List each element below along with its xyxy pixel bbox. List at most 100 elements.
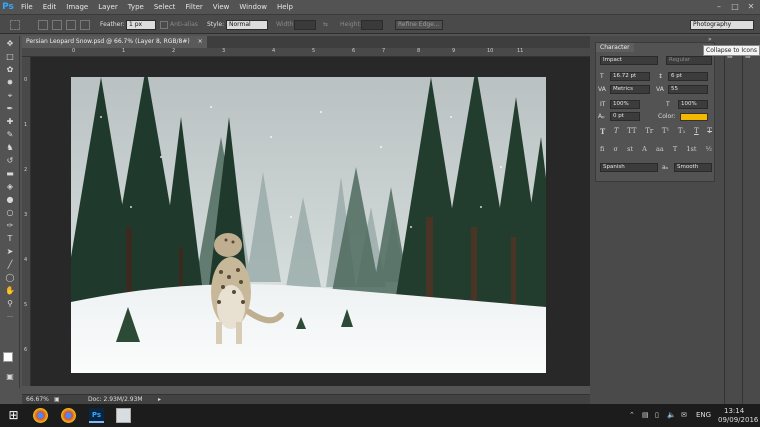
underline-button[interactable]: T xyxy=(694,127,699,136)
workspace-select[interactable]: Photography xyxy=(690,20,754,30)
width-input[interactable] xyxy=(294,20,316,30)
menu-image[interactable]: Image xyxy=(61,0,93,14)
height-input[interactable] xyxy=(361,20,383,30)
discretionary-ligatures-button[interactable]: st xyxy=(627,145,633,153)
maximize-icon[interactable]: □ xyxy=(728,1,742,12)
brush-tool-icon[interactable]: ✎ xyxy=(4,129,16,140)
kerning-select[interactable]: Metrics xyxy=(610,85,650,94)
hand-tool-icon[interactable]: ✋ xyxy=(4,285,16,296)
intersect-selection-icon[interactable] xyxy=(80,20,90,30)
status-menu-arrow-icon[interactable]: ▸ xyxy=(158,396,161,403)
network-icon[interactable]: ▤ xyxy=(642,410,649,420)
vertical-scale-input[interactable]: 100% xyxy=(610,100,640,109)
language-indicator[interactable]: ENG xyxy=(696,410,711,420)
dodge-tool-icon[interactable]: ○ xyxy=(4,207,16,218)
superscript-button[interactable]: T¹ xyxy=(662,127,669,136)
ligatures-button[interactable]: fi xyxy=(600,145,604,153)
refine-edge-button[interactable]: Refine Edge... xyxy=(395,20,443,30)
file-explorer-icon[interactable] xyxy=(116,408,131,423)
antialias-checkbox[interactable] xyxy=(160,21,168,29)
menu-file[interactable]: File xyxy=(16,0,38,14)
ordinals-button[interactable]: 1st xyxy=(686,145,696,153)
menu-filter[interactable]: Filter xyxy=(180,0,207,14)
volume-icon[interactable]: 🔈 xyxy=(667,410,676,420)
spot-healing-tool-icon[interactable]: ✚ xyxy=(4,116,16,127)
style-select[interactable]: Normal xyxy=(226,20,268,30)
path-select-tool-icon[interactable]: ➤ xyxy=(4,246,16,257)
text-color-swatch[interactable] xyxy=(680,113,708,121)
close-tab-icon[interactable]: × xyxy=(198,38,203,45)
subtract-selection-icon[interactable] xyxy=(66,20,76,30)
leading-input[interactable]: 6 pt xyxy=(668,72,708,81)
language-select[interactable]: Spanish xyxy=(600,163,658,172)
tracking-input[interactable]: 55 xyxy=(668,85,708,94)
antialias-method-select[interactable]: Smooth xyxy=(674,163,712,172)
font-style-select[interactable]: Regular xyxy=(666,56,712,65)
titling-alternates-button[interactable]: T xyxy=(673,145,677,153)
marquee-tool-icon[interactable]: □ xyxy=(4,51,16,62)
font-family-select[interactable]: Impact xyxy=(600,56,658,65)
feather-input[interactable]: 1 px xyxy=(126,20,156,30)
menu-help[interactable]: Help xyxy=(272,0,298,14)
line-tool-icon[interactable]: ╱ xyxy=(4,259,16,270)
foreground-color-swatch[interactable] xyxy=(3,352,13,362)
faux-bold-button[interactable]: T xyxy=(600,127,605,136)
faux-italic-button[interactable]: T xyxy=(614,127,619,136)
menu-view[interactable]: View xyxy=(208,0,235,14)
blur-tool-icon[interactable]: ● xyxy=(4,194,16,205)
3d-tool-icon[interactable]: ◯ xyxy=(4,272,16,283)
menu-select[interactable]: Select xyxy=(149,0,181,14)
paint-bucket-tool-icon[interactable]: ◈ xyxy=(4,181,16,192)
subscript-button[interactable]: T₁ xyxy=(678,127,685,136)
character-tab[interactable]: Character xyxy=(596,43,634,52)
menu-layer[interactable]: Layer xyxy=(93,0,123,14)
font-size-input[interactable]: 16.72 pt xyxy=(610,72,650,81)
chevron-up-icon[interactable]: ⌃ xyxy=(629,410,635,420)
menu-type[interactable]: Type xyxy=(123,0,149,14)
menu-bar: Ps File Edit Image Layer Type Select Fil… xyxy=(0,0,760,14)
document-tab[interactable]: Persian Leopard Snow.psd @ 66.7% (Layer … xyxy=(22,36,207,48)
fractions-button[interactable]: ½ xyxy=(706,145,712,153)
history-brush-tool-icon[interactable]: ↺ xyxy=(4,155,16,166)
clock-date[interactable]: 09/09/2016 xyxy=(718,415,758,425)
chrome-icon[interactable] xyxy=(61,408,76,423)
swash-button[interactable]: A xyxy=(642,145,647,153)
zoom-level[interactable]: 66.67% xyxy=(26,396,49,403)
close-icon[interactable]: ✕ xyxy=(744,1,758,12)
baseline-shift-input[interactable]: 0 pt xyxy=(610,112,640,121)
quick-mask-icon[interactable]: ▣ xyxy=(4,371,16,382)
crop-tool-icon[interactable]: ⌖ xyxy=(4,90,16,101)
lasso-tool-icon[interactable]: ✿ xyxy=(4,64,16,75)
message-icon[interactable]: ✉ xyxy=(681,410,687,420)
type-tool-icon[interactable]: T xyxy=(4,233,16,244)
move-tool-icon[interactable]: ✥ xyxy=(4,38,16,49)
minimize-icon[interactable]: – xyxy=(712,1,726,12)
strikethrough-button[interactable]: T xyxy=(707,127,712,136)
eyedropper-tool-icon[interactable]: ✒ xyxy=(4,103,16,114)
document-tab-title: Persian Leopard Snow.psd @ 66.7% (Layer … xyxy=(26,38,190,45)
contextual-alternates-button[interactable]: σ xyxy=(613,145,617,153)
zoom-tool-icon[interactable]: ⚲ xyxy=(4,298,16,309)
clone-stamp-tool-icon[interactable]: ♞ xyxy=(4,142,16,153)
eraser-tool-icon[interactable]: ▬ xyxy=(4,168,16,179)
swap-icon[interactable]: ⇆ xyxy=(323,20,328,30)
battery-icon[interactable]: ▯ xyxy=(655,410,659,420)
menu-window[interactable]: Window xyxy=(234,0,272,14)
ruler-mark: 3 xyxy=(222,48,226,54)
share-icon[interactable]: ▣ xyxy=(54,396,60,403)
menu-edit[interactable]: Edit xyxy=(38,0,62,14)
chrome-icon[interactable] xyxy=(33,408,48,423)
quick-select-tool-icon[interactable]: ✸ xyxy=(4,77,16,88)
ellipsis-icon[interactable]: … xyxy=(4,310,16,321)
photoshop-taskbar-icon[interactable]: Ps xyxy=(89,408,104,423)
document-image[interactable] xyxy=(71,77,546,373)
add-selection-icon[interactable] xyxy=(52,20,62,30)
start-windows-icon[interactable]: ⊞ xyxy=(6,408,21,423)
marquee-preset-icon[interactable] xyxy=(10,20,20,30)
pen-tool-icon[interactable]: ✑ xyxy=(4,220,16,231)
small-caps-button[interactable]: Tr xyxy=(645,127,653,136)
horizontal-scale-input[interactable]: 100% xyxy=(678,100,708,109)
all-caps-button[interactable]: TT xyxy=(627,127,636,136)
new-selection-icon[interactable] xyxy=(38,20,48,30)
stylistic-alternates-button[interactable]: aa xyxy=(656,145,664,153)
